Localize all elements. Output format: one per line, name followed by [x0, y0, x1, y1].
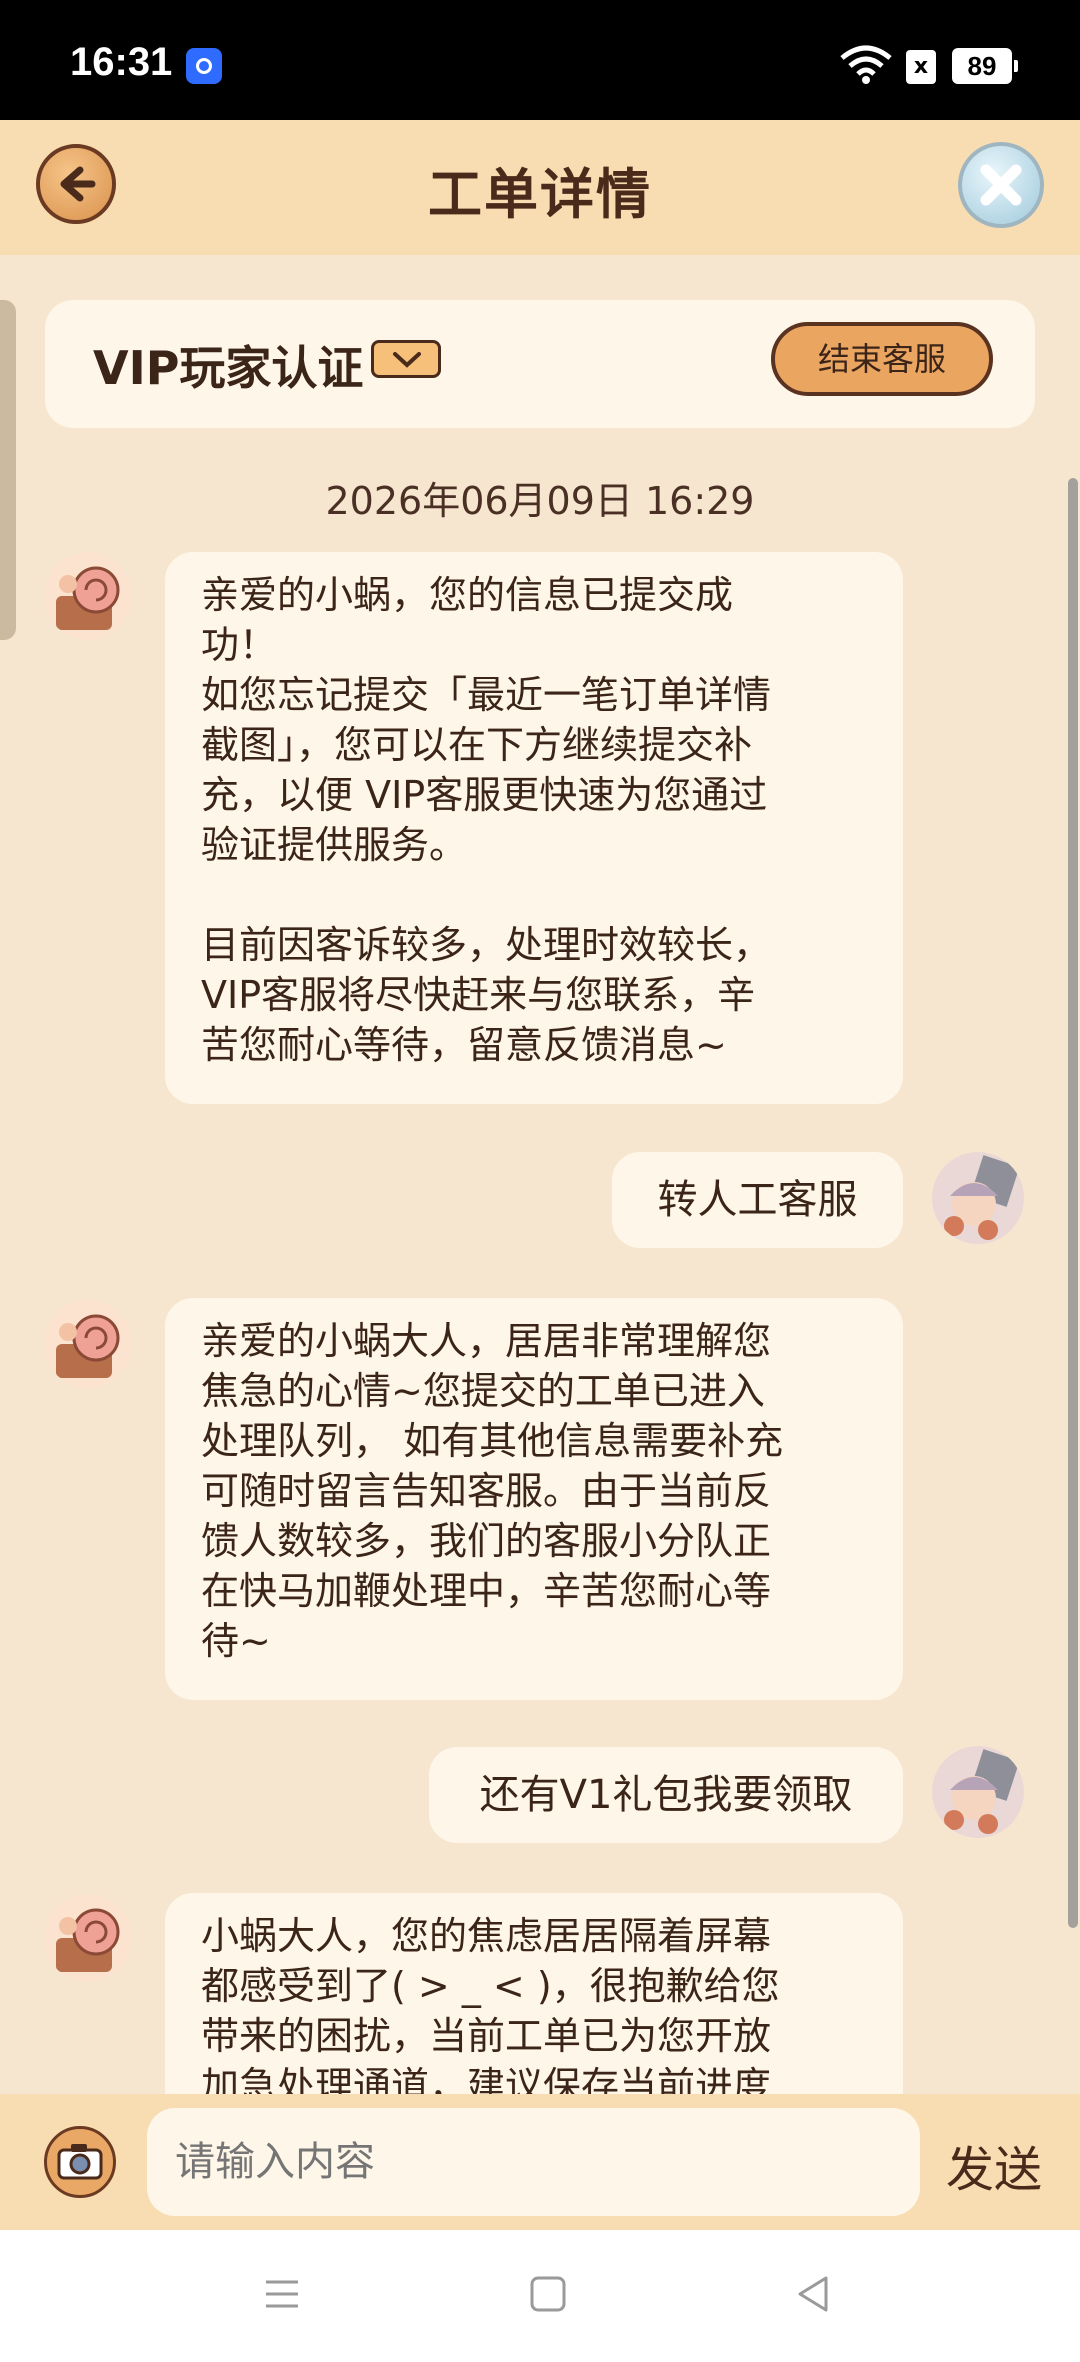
wifi-icon [838, 44, 894, 88]
vip-label: VIP玩家认证 [93, 341, 364, 395]
scrollbar[interactable] [1068, 478, 1078, 1928]
message-bubble-service: 亲爱的小蜗，您的信息已提交成 功！ 如您忘记提交「最近一笔订单详情 截图」，您可… [165, 552, 903, 1104]
app-notification-icon [186, 48, 222, 84]
header: 工单详情 [0, 120, 1080, 255]
snail-icon [56, 1908, 120, 1972]
status-time: 16:31 [70, 40, 173, 84]
send-button[interactable]: 发送 [946, 2130, 1042, 2200]
close-button[interactable] [958, 142, 1044, 228]
camera-icon [57, 2144, 103, 2180]
user-avatar [932, 1152, 1024, 1244]
chevron-down-icon [393, 352, 421, 368]
status-bar: 16:31 x 89 [0, 0, 1080, 120]
message-bubble-user: 还有V1礼包我要领取 [429, 1747, 903, 1843]
page-title: 工单详情 [428, 163, 652, 226]
input-bar: 发送 [0, 2094, 1080, 2230]
message-bubble-service: 亲爱的小蜗大人，居居非常理解您 焦急的心情~您提交的工单已进入 处理队列， 如有… [165, 1298, 903, 1700]
close-icon [980, 164, 1022, 206]
user-avatar-icon [944, 1749, 1020, 1834]
system-nav-bar [0, 2230, 1080, 2362]
snail-icon [56, 1314, 120, 1378]
message-bubble-user: 转人工客服 [612, 1152, 903, 1248]
vip-verification-card: VIP玩家认证 结束客服 [45, 300, 1035, 428]
expand-toggle[interactable] [371, 340, 441, 378]
camera-button[interactable] [44, 2126, 116, 2198]
no-sim-icon: x [906, 50, 936, 84]
battery-icon: 89 [952, 48, 1018, 84]
message-timestamp: 2026年06月09日 16:29 [325, 479, 755, 523]
home-icon[interactable] [528, 2274, 568, 2314]
menu-icon[interactable] [262, 2274, 302, 2314]
snail-icon [56, 566, 120, 630]
end-service-button[interactable]: 结束客服 [771, 322, 993, 396]
service-avatar [44, 1894, 132, 1982]
service-avatar [44, 1300, 132, 1388]
message-input[interactable] [147, 2108, 920, 2216]
user-avatar-icon [944, 1155, 1020, 1240]
service-avatar [44, 552, 132, 640]
back-triangle-icon[interactable] [794, 2274, 834, 2314]
user-avatar [932, 1746, 1024, 1838]
